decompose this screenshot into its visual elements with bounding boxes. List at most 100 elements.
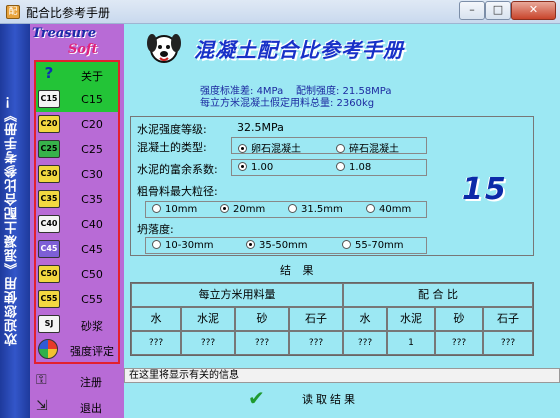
- result-value: ???: [343, 331, 387, 355]
- sidebar-item-c35[interactable]: C35 C35: [36, 187, 118, 212]
- sidebar-item-c20[interactable]: C20 C20: [36, 112, 118, 137]
- c45-folder-icon: C45: [38, 240, 60, 258]
- selected-grade-display: 15: [462, 172, 508, 207]
- sidebar-item-label: C55: [81, 293, 103, 306]
- c25-folder-icon: C25: [38, 140, 60, 158]
- results-title: 结 果: [280, 264, 318, 277]
- c30-folder-icon: C30: [38, 165, 60, 183]
- page-title: 混凝土配合比参考手册: [194, 38, 404, 62]
- sidebar-item-c40[interactable]: C40 C40: [36, 212, 118, 237]
- radio-aggregate-31-5mm[interactable]: 31.5mm: [288, 204, 343, 215]
- radio-aggregate-10mm[interactable]: 10mm: [152, 204, 197, 215]
- radio-dot: [366, 204, 375, 213]
- column-header: 石子: [289, 307, 343, 331]
- radio-dot: [220, 204, 229, 213]
- radio-dot: [336, 144, 345, 153]
- c15-folder-icon: C15: [38, 90, 60, 108]
- result-value: 1: [387, 331, 435, 355]
- radio-label: 10mm: [165, 204, 198, 215]
- sidebar-item-c45[interactable]: C45 C45: [36, 237, 118, 262]
- register-button[interactable]: ⚿ 注册: [34, 370, 120, 392]
- column-header: 水: [131, 307, 181, 331]
- sidebar-item-about[interactable]: ? 关于: [36, 62, 118, 87]
- sidebar-item-label: C50: [81, 268, 103, 281]
- window-title: 配合比参考手册: [26, 6, 111, 20]
- sidebar-item-c15[interactable]: C15 C15: [36, 87, 118, 112]
- sidebar-item-mortar[interactable]: SJ 砂浆: [36, 312, 118, 337]
- radio-aggregate-40mm[interactable]: 40mm: [366, 204, 411, 215]
- slump-group: 10-30mm 35-50mm 55-70mm: [145, 237, 427, 254]
- sidebar-item-label: C15: [81, 93, 103, 106]
- surplus-coeff-label: 水泥的富余系数:: [137, 163, 218, 176]
- radio-dot: [288, 204, 297, 213]
- welcome-banner: 欢迎您使用《混凝土配合比参考手册》！: [0, 24, 30, 418]
- cement-grade-label: 水泥强度等级:: [137, 123, 207, 136]
- sidebar-item-label: C45: [81, 243, 103, 256]
- sidebar-item-label: C20: [81, 118, 103, 131]
- radio-label: 20mm: [233, 204, 266, 215]
- concrete-type-label: 混凝土的类型:: [137, 141, 207, 154]
- sidebar-item-c25[interactable]: C25 C25: [36, 137, 118, 162]
- sidebar-item-label: C40: [81, 218, 103, 231]
- radio-surplus-1-08[interactable]: 1.08: [336, 162, 371, 173]
- assumed-mass: 每立方米混凝土假定用料总量: 2360kg: [200, 98, 375, 109]
- welcome-banner-text: 欢迎您使用《混凝土配合比参考手册》！: [5, 94, 20, 346]
- register-label: 注册: [80, 376, 102, 389]
- radio-aggregate-20mm[interactable]: 20mm: [220, 204, 265, 215]
- treasure-soft-logo: Treasure Soft: [30, 26, 124, 60]
- grade-nav: ? 关于 C15 C15 C20 C20 C25 C25 C30 C30 C35…: [34, 60, 120, 364]
- sidebar-item-label: C35: [81, 193, 103, 206]
- sidebar-item-label: C25: [81, 143, 103, 156]
- sidebar-item-label: 关于: [81, 70, 103, 83]
- maximize-button[interactable]: □: [485, 1, 511, 20]
- radio-label: 40mm: [379, 204, 412, 215]
- radio-dot: [152, 240, 161, 249]
- c40-folder-icon: C40: [38, 215, 60, 233]
- sidebar-item-c50[interactable]: C50 C50: [36, 262, 118, 287]
- result-value: ???: [483, 331, 533, 355]
- read-results-button[interactable]: ✔ 读取结果: [244, 384, 404, 412]
- radio-label: 55-70mm: [355, 240, 404, 251]
- minimize-button[interactable]: –: [459, 1, 485, 20]
- radio-surplus-1-00[interactable]: 1.00: [238, 162, 273, 173]
- close-button[interactable]: ✕: [511, 1, 556, 20]
- radio-dot: [152, 204, 161, 213]
- slump-label: 坍落度:: [137, 223, 174, 236]
- radio-pebble-concrete[interactable]: 卵石混凝土: [238, 140, 301, 155]
- result-value: ???: [435, 331, 483, 355]
- ratio-header: 配 合 比: [343, 283, 533, 307]
- aggregate-size-label: 粗骨料最大粒径:: [137, 185, 218, 198]
- c50-folder-icon: C50: [38, 265, 60, 283]
- key-icon: ⚿: [36, 372, 47, 388]
- radio-label: 1.00: [251, 162, 274, 173]
- surplus-coeff-group: 1.00 1.08: [231, 159, 427, 176]
- results-table: 每立方米用料量 配 合 比 水 水泥 砂 石子 水 水泥 砂 石子 ??? ??…: [130, 282, 534, 356]
- sidebar-item-strength-eval[interactable]: 强度评定: [36, 337, 118, 362]
- column-header: 砂: [235, 307, 289, 331]
- sidebar-item-c55[interactable]: C55 C55: [36, 287, 118, 312]
- c55-folder-icon: C55: [38, 290, 60, 308]
- checkmark-icon: ✔: [248, 386, 265, 410]
- mortar-icon: SJ: [38, 315, 60, 333]
- result-value: ???: [235, 331, 289, 355]
- column-header: 石子: [483, 307, 533, 331]
- sidebar-item-label: C30: [81, 168, 103, 181]
- sidebar: Treasure Soft ? 关于 C15 C15 C20 C20 C25 C…: [30, 24, 124, 418]
- exit-button[interactable]: ⇲ 退出: [34, 396, 120, 418]
- radio-crushed-stone-concrete[interactable]: 碎石混凝土: [336, 140, 399, 155]
- sidebar-item-c30[interactable]: C30 C30: [36, 162, 118, 187]
- title-bar: 配 配合比参考手册 – □ ✕: [0, 0, 560, 24]
- radio-slump-10-30mm[interactable]: 10-30mm: [152, 240, 214, 251]
- sidebar-item-label: 强度评定: [70, 345, 114, 358]
- help-icon: ?: [44, 64, 54, 82]
- sidebar-item-label: 砂浆: [81, 320, 103, 333]
- radio-label: 1.08: [349, 162, 372, 173]
- radio-slump-35-50mm[interactable]: 35-50mm: [246, 240, 308, 251]
- result-value: ???: [181, 331, 235, 355]
- radio-dot: [246, 240, 255, 249]
- aggregate-size-group: 10mm 20mm 31.5mm 40mm: [145, 201, 427, 218]
- app-icon: 配: [6, 5, 20, 19]
- radio-slump-55-70mm[interactable]: 55-70mm: [342, 240, 404, 251]
- column-header: 水泥: [387, 307, 435, 331]
- result-value: ???: [289, 331, 343, 355]
